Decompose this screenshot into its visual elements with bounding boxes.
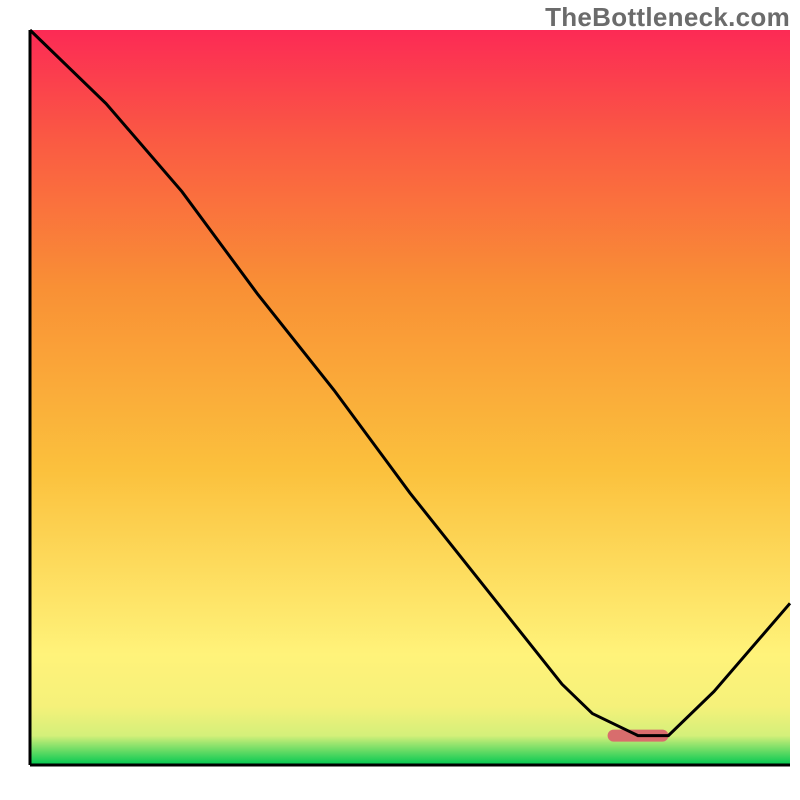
chart-svg bbox=[0, 0, 800, 800]
watermark-text: TheBottleneck.com bbox=[545, 2, 790, 33]
gradient-background bbox=[30, 30, 790, 765]
chart-container: TheBottleneck.com bbox=[0, 0, 800, 800]
